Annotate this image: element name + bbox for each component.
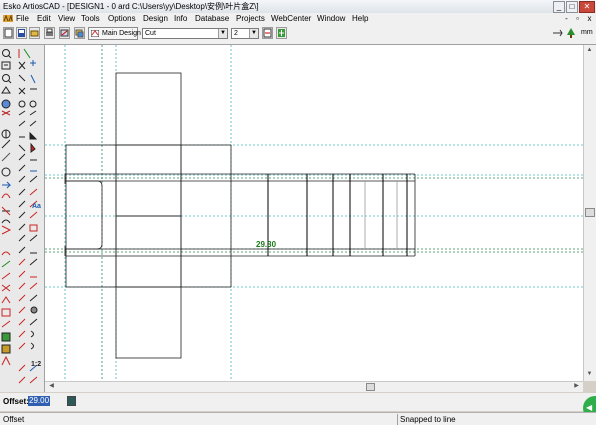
menu-options[interactable]: Options (108, 14, 136, 23)
scroll-left-icon[interactable]: ◀ (46, 382, 57, 391)
menu-info[interactable]: Info (174, 14, 187, 23)
menu-help[interactable]: Help (352, 14, 368, 23)
status-text: Offset (3, 415, 25, 424)
offset-bar: Offset: 29.00 (0, 393, 596, 411)
menu-tools[interactable]: Tools (81, 14, 100, 23)
drawing-canvas[interactable]: 29.30 (45, 45, 583, 381)
pointage-properties-icon[interactable] (276, 27, 287, 39)
layers-icon[interactable] (74, 27, 85, 39)
offset-label: Offset: (3, 397, 29, 406)
line-type-value: Cut (145, 30, 156, 37)
cyan-guide-lines (45, 45, 583, 381)
close-button[interactable]: ✕ (579, 1, 595, 13)
dimension-label: 29.30 (256, 240, 277, 249)
vertical-scrollbar[interactable]: ▲ ▼ (583, 45, 596, 381)
tool-line-icon[interactable] (552, 27, 563, 39)
horizontal-scrollbar[interactable]: ◀ ▶ (45, 381, 583, 392)
vertical-scroll-thumb[interactable] (585, 208, 595, 217)
mdi-minimize-button[interactable]: - (562, 14, 571, 23)
svg-text:Aa: Aa (32, 203, 41, 210)
save-icon[interactable] (16, 27, 27, 39)
units-label[interactable]: mm (581, 29, 593, 36)
left-tool-palette: Aa 1:2 ? (0, 45, 45, 404)
menu-bar: File Edit View Tools Options Design Info… (0, 13, 596, 24)
design-drawing: 29.30 (45, 45, 583, 381)
color-swatch-icon[interactable] (67, 396, 76, 406)
pointage-value: 2 (234, 30, 238, 37)
horizontal-scroll-thumb[interactable] (366, 383, 375, 391)
menu-view[interactable]: View (58, 14, 75, 23)
menu-window[interactable]: Window (317, 14, 345, 23)
print-icon[interactable] (44, 27, 55, 39)
tool-icons[interactable]: Aa 1:2 ? (0, 45, 44, 404)
artioscad-logo-icon (3, 14, 13, 22)
main-design-label: Main Design (102, 30, 141, 37)
status-bar: Offset Snapped to line (0, 412, 596, 425)
window-title: Esko ArtiosCAD - [DESIGN1 - 0 ard C:\Use… (3, 2, 259, 11)
maximize-button[interactable]: □ (566, 1, 578, 13)
svg-text:1:2: 1:2 (31, 361, 41, 368)
mdi-restore-button[interactable]: ▫ (573, 14, 582, 23)
snap-status: Snapped to line (400, 415, 456, 424)
menu-projects[interactable]: Projects (236, 14, 265, 23)
box-panels (64, 72, 416, 359)
chevron-down-icon: ▼ (218, 29, 227, 38)
main-design-button[interactable]: Main Design (88, 27, 141, 40)
title-bar: Esko ArtiosCAD - [DESIGN1 - 0 ard C:\Use… (0, 0, 596, 14)
scroll-right-icon[interactable]: ▶ (571, 382, 582, 391)
plot-icon[interactable] (59, 27, 70, 39)
mdi-close-button[interactable]: x (585, 14, 594, 23)
minimize-button[interactable]: _ (553, 1, 565, 13)
menu-design[interactable]: Design (143, 14, 168, 23)
scroll-up-icon[interactable]: ▲ (584, 46, 595, 55)
offset-input[interactable]: 29.00 (28, 396, 50, 406)
menu-edit[interactable]: Edit (37, 14, 51, 23)
main-toolbar: Main Design Cut ▼ 2 ▼ mm (0, 24, 596, 45)
pointage-select[interactable]: 2 ▼ (231, 28, 259, 39)
line-type-properties-icon[interactable] (262, 27, 273, 39)
menu-webcenter[interactable]: WebCenter (271, 14, 311, 23)
menu-file[interactable]: File (16, 14, 29, 23)
new-icon[interactable] (3, 27, 14, 39)
open-icon[interactable] (29, 27, 40, 39)
green-guide-lines (45, 45, 583, 381)
crease-lines (364, 181, 398, 249)
chevron-down-icon: ▼ (249, 29, 258, 38)
green-tree-icon[interactable] (566, 27, 577, 39)
menu-database[interactable]: Database (195, 14, 229, 23)
flap-lines (267, 174, 408, 256)
design-icon (91, 30, 99, 37)
scroll-down-icon[interactable]: ▼ (584, 370, 595, 379)
line-type-select[interactable]: Cut ▼ (142, 28, 228, 39)
status-divider (397, 414, 398, 425)
